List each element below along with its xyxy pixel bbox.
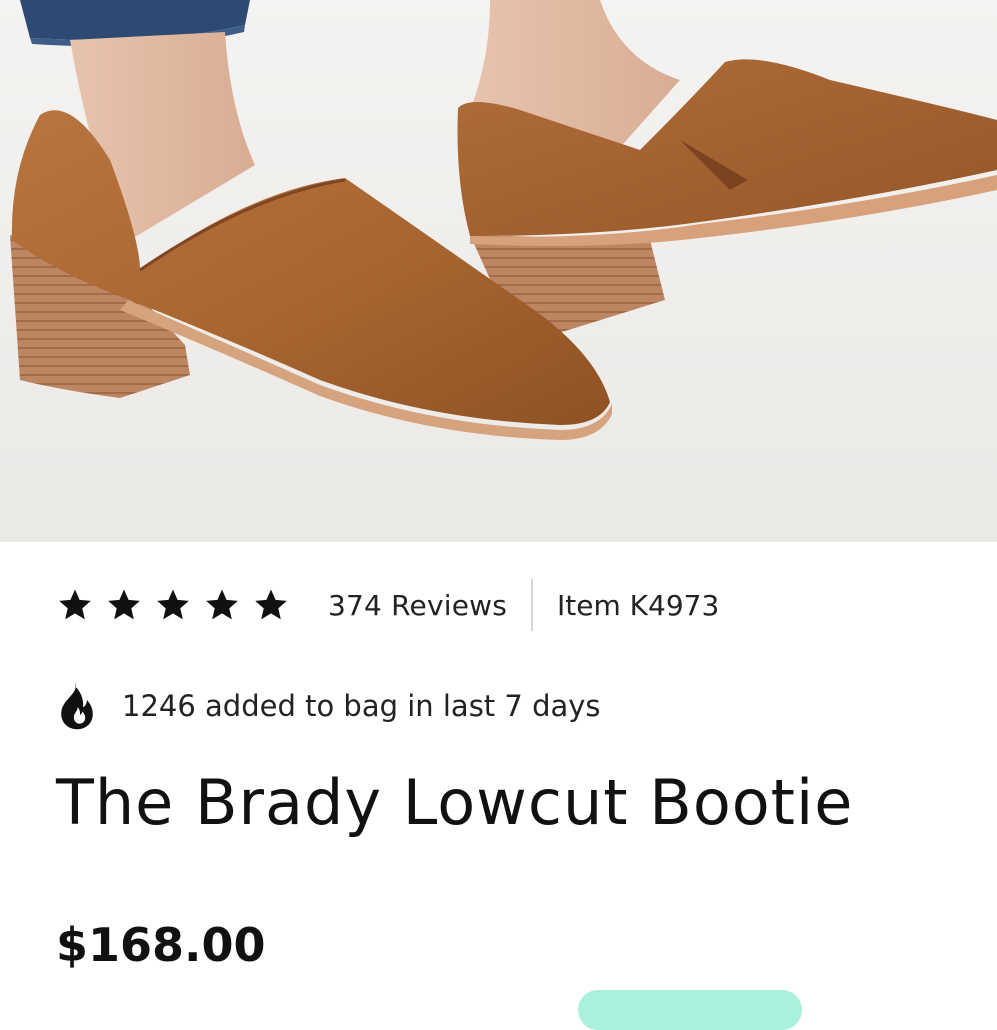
star-icon (157, 589, 189, 620)
fire-icon (61, 682, 93, 730)
add-to-bag-button[interactable] (578, 990, 802, 1030)
popularity-notice: 1246 added to bag in last 7 days (54, 676, 601, 736)
star-icon (108, 589, 140, 620)
divider (531, 579, 534, 631)
star-rating[interactable] (56, 586, 290, 624)
star-icon (59, 589, 91, 620)
item-number: Item K4973 (557, 588, 720, 622)
product-price: $168.00 (56, 918, 266, 972)
product-photo-illustration (0, 0, 997, 542)
popularity-text: 1246 added to bag in last 7 days (122, 689, 601, 723)
product-title: The Brady Lowcut Bootie (56, 766, 854, 839)
product-image[interactable] (0, 0, 997, 542)
star-icon (206, 589, 238, 620)
product-meta-row: 374 Reviews Item K4973 (56, 578, 719, 632)
reviews-link[interactable]: 374 Reviews (328, 589, 507, 622)
star-icon (255, 589, 287, 620)
